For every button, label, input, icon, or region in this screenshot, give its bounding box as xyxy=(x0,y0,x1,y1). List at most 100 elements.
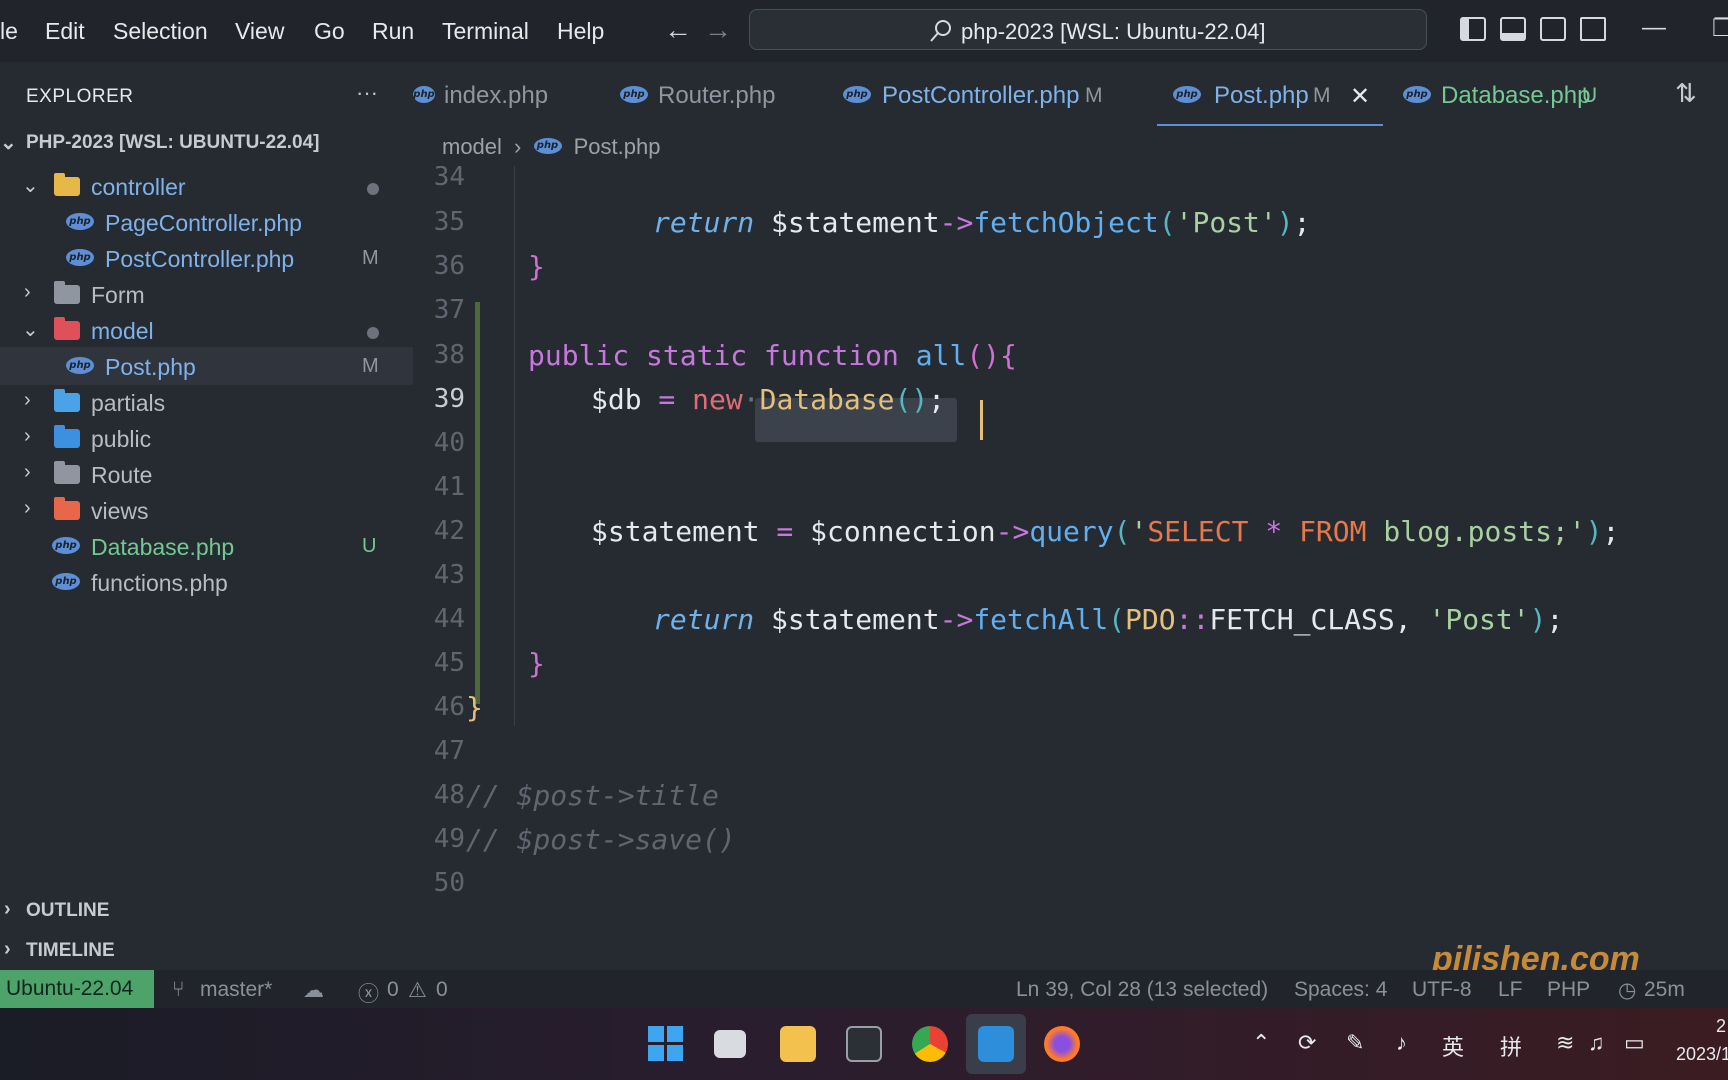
language-mode[interactable]: PHP xyxy=(1547,978,1590,1002)
tab-label: Database.php xyxy=(1441,82,1591,109)
menu-run[interactable]: Run xyxy=(372,18,414,45)
code-token: ( xyxy=(1113,515,1131,548)
code-token: ( xyxy=(1158,206,1176,239)
file-explorer-icon[interactable] xyxy=(780,1026,816,1062)
ime-mode[interactable]: 拼 xyxy=(1500,1030,1522,1062)
tree-item-partials[interactable]: › partials xyxy=(0,383,413,421)
chevron-right-icon: › xyxy=(24,281,31,303)
folder-model-icon xyxy=(54,317,80,340)
code-line-39: $db = new·Database(); xyxy=(591,383,945,416)
menu-terminal[interactable]: Terminal xyxy=(442,18,529,45)
tree-label: views xyxy=(91,498,149,524)
menu-go[interactable]: Go xyxy=(314,18,345,45)
folder-partials-icon xyxy=(54,389,80,412)
close-tab-icon[interactable]: ✕ xyxy=(1350,82,1370,111)
clock-hour[interactable]: 2 xyxy=(1716,1016,1726,1037)
tree-label: PageController.php xyxy=(105,210,302,236)
line-number: 44 xyxy=(433,604,465,634)
clock-date[interactable]: 2023/1 xyxy=(1676,1044,1728,1065)
ime-language[interactable]: 英 xyxy=(1442,1030,1464,1062)
branch-name[interactable]: master* xyxy=(200,978,272,1002)
code-token: ) xyxy=(911,383,929,416)
wifi-icon[interactable]: ≋ xyxy=(1556,1030,1574,1056)
error-count[interactable]: 0 xyxy=(387,978,399,1002)
menu-edit[interactable]: Edit xyxy=(45,18,85,45)
modified-badge: M xyxy=(1085,84,1103,107)
folder-icon xyxy=(54,461,80,484)
php-file-icon: php xyxy=(533,138,562,155)
task-view-icon[interactable] xyxy=(714,1030,746,1058)
tab-router[interactable]: php Router.php xyxy=(620,62,820,126)
command-center[interactable]: php-2023 [WSL: Ubuntu-22.04] xyxy=(749,9,1427,50)
menu-help[interactable]: Help xyxy=(557,18,604,45)
tree-item-model[interactable]: ⌄ model xyxy=(0,311,413,349)
menu-file[interactable]: le xyxy=(0,18,18,45)
restore-icon[interactable]: ❐ xyxy=(1712,14,1728,43)
forward-arrow-icon[interactable]: → xyxy=(704,14,732,46)
toggle-panel-icon[interactable] xyxy=(1500,17,1526,41)
sync-icon[interactable]: ⟳ xyxy=(1298,1030,1316,1056)
line-number: 36 xyxy=(433,251,465,281)
more-actions-icon[interactable]: ··· xyxy=(356,80,378,106)
tab-label: Router.php xyxy=(658,82,776,109)
back-arrow-icon[interactable]: ← xyxy=(664,14,692,46)
tree-item-controller[interactable]: ⌄ controller xyxy=(0,167,413,205)
php-file-icon: php xyxy=(52,573,80,590)
menu-view[interactable]: View xyxy=(235,18,284,45)
code-token: ; xyxy=(1546,603,1564,636)
minimize-icon[interactable]: — xyxy=(1642,14,1666,42)
code-token: , xyxy=(1394,603,1429,636)
line-ending[interactable]: LF xyxy=(1498,978,1523,1002)
code-editor[interactable]: 34 35 36 37 38 39 40 41 42 43 44 45 46 4… xyxy=(413,166,1728,970)
tree-item-functions[interactable]: php functions.php xyxy=(0,563,413,601)
encoding[interactable]: UTF-8 xyxy=(1412,978,1472,1002)
remote-indicator[interactable]: Ubuntu-22.04 xyxy=(0,970,154,1008)
line-number: 35 xyxy=(433,207,465,237)
tree-item-postcontroller[interactable]: php PostController.php M xyxy=(0,239,413,277)
line-number: 37 xyxy=(433,295,465,325)
warning-count[interactable]: 0 xyxy=(436,978,448,1002)
indentation[interactable]: Spaces: 4 xyxy=(1294,978,1387,1002)
volume-icon[interactable]: ♫ xyxy=(1588,1030,1605,1056)
code-token: () xyxy=(966,339,1001,372)
tab-database[interactable]: php Database.php U xyxy=(1403,62,1633,126)
microphone-icon[interactable]: ♪ xyxy=(1396,1030,1407,1056)
chrome-icon[interactable] xyxy=(912,1026,948,1062)
line-number: 43 xyxy=(433,560,465,590)
menu-selection[interactable]: Selection xyxy=(113,18,208,45)
tab-index[interactable]: php index.php xyxy=(413,62,603,126)
terminal-icon[interactable] xyxy=(846,1026,882,1062)
toggle-primary-sidebar-icon[interactable] xyxy=(1460,17,1486,41)
code-token: fetchAll xyxy=(973,603,1109,636)
battery-icon[interactable]: ▭ xyxy=(1624,1030,1645,1056)
firefox-icon[interactable] xyxy=(1044,1026,1080,1062)
folder-icon xyxy=(54,281,80,304)
windows-start-icon[interactable] xyxy=(648,1026,684,1062)
breadcrumb-file[interactable]: Post.php xyxy=(574,134,661,159)
code-token: FROM xyxy=(1299,515,1367,548)
cursor-position[interactable]: Ln 39, Col 28 (13 selected) xyxy=(1016,978,1268,1002)
vscode-icon[interactable] xyxy=(978,1026,1014,1062)
tree-item-form[interactable]: › Form xyxy=(0,275,413,313)
breadcrumb-folder[interactable]: model xyxy=(442,134,502,159)
time-tracked[interactable]: 25m xyxy=(1644,978,1685,1002)
code-token: ) xyxy=(1529,603,1547,636)
tree-item-database[interactable]: php Database.php U xyxy=(0,527,413,565)
sync-cloud-icon[interactable]: ☁ xyxy=(303,978,324,1003)
toggle-secondary-sidebar-icon[interactable] xyxy=(1540,17,1566,41)
chevron-down-icon: ⌄ xyxy=(22,175,39,197)
tree-item-public[interactable]: › public xyxy=(0,419,413,457)
customize-layout-icon[interactable] xyxy=(1580,17,1606,41)
tree-item-views[interactable]: › views xyxy=(0,491,413,529)
tray-chevron-up-icon[interactable]: ⌃ xyxy=(1252,1030,1270,1056)
tab-postcontroller[interactable]: php PostController.php M xyxy=(843,62,1123,126)
pen-icon[interactable]: ✎ xyxy=(1346,1030,1364,1056)
tree-item-post-selected[interactable]: php Post.php M xyxy=(0,347,413,385)
code-token: fetchObject xyxy=(973,206,1159,239)
tree-item-route[interactable]: › Route xyxy=(0,455,413,493)
tree-item-pagecontroller[interactable]: php PageController.php xyxy=(0,203,413,241)
code-token: $statement xyxy=(754,603,940,636)
tab-post-active[interactable]: php Post.php M ✕ xyxy=(1173,62,1373,126)
compare-changes-icon[interactable]: ⇅ xyxy=(1675,78,1697,109)
line-number: 48 xyxy=(433,780,465,810)
